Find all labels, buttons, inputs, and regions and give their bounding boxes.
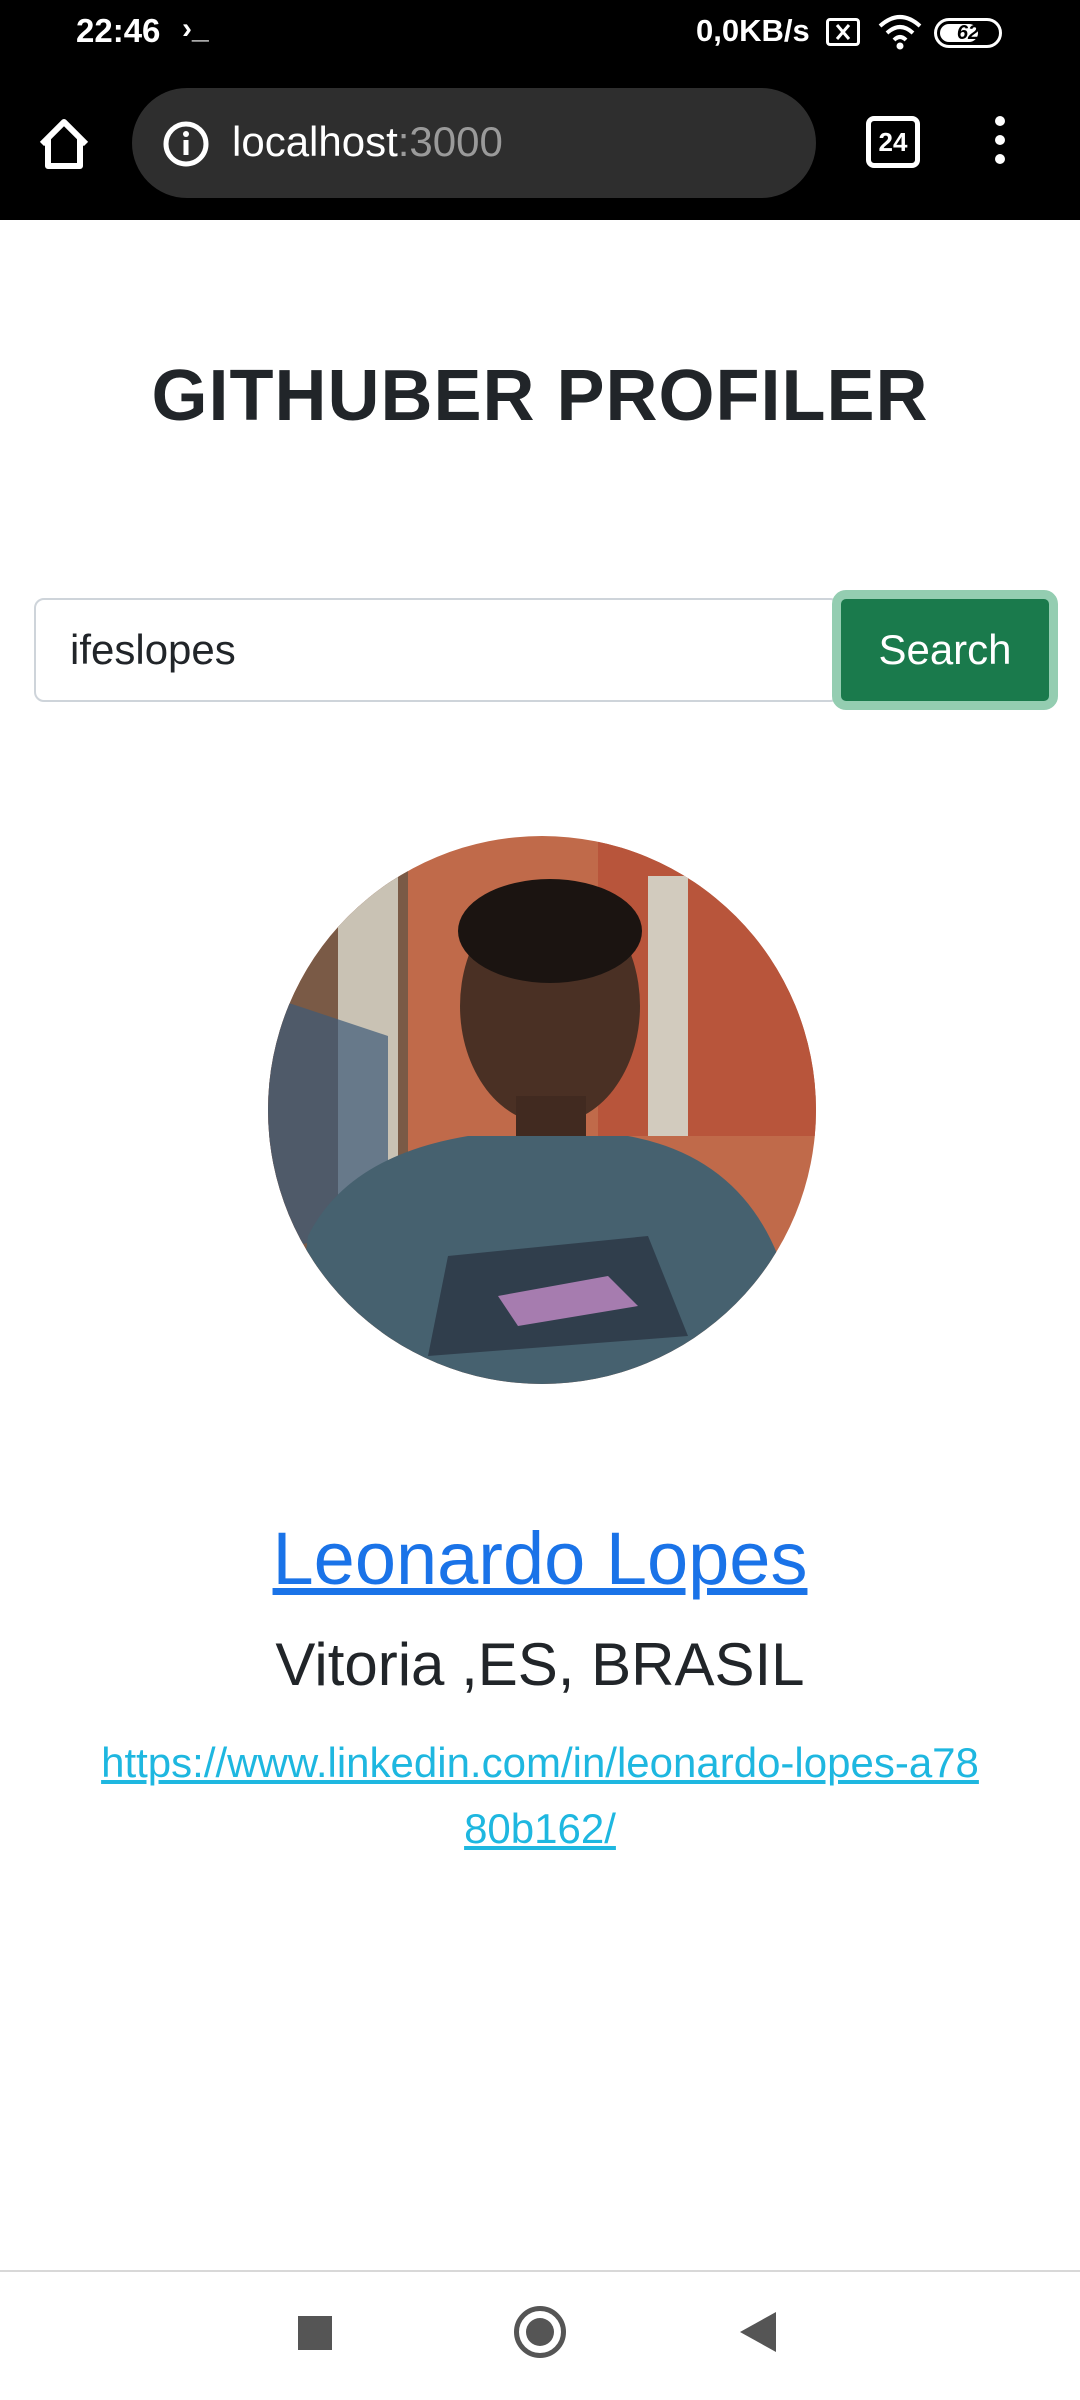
url-port: :3000	[397, 118, 503, 165]
wifi-icon	[878, 14, 922, 55]
network-speed: 0,0KB/s	[696, 13, 810, 48]
browser-toolbar: localhost:3000 24	[0, 66, 1080, 220]
system-nav-bar	[0, 2270, 1080, 2400]
battery-level: 62	[956, 22, 980, 44]
search-button[interactable]: Search	[832, 590, 1058, 710]
home-icon[interactable]	[36, 116, 92, 172]
home-circle-icon[interactable]	[514, 2306, 566, 2358]
profile-location: Vitoria ,ES, BRASIL	[275, 1631, 805, 1698]
page-title: GITHUBER PROFILER	[151, 356, 929, 436]
page-content: GITHUBER PROFILER Search Leonardo Lopes …	[0, 220, 1080, 2270]
back-icon[interactable]	[740, 2312, 776, 2352]
info-icon[interactable]	[162, 120, 210, 168]
status-bar: 22:46 ›_ 0,0KB/s 62	[0, 0, 1080, 66]
tab-count: 24	[878, 127, 908, 157]
url-text: localhost:3000	[232, 118, 503, 166]
avatar	[268, 836, 816, 1384]
sim-off-icon	[826, 18, 860, 46]
url-host: localhost	[232, 118, 398, 165]
terminal-icon: ›_	[182, 12, 209, 45]
tabs-icon[interactable]: 24	[866, 116, 920, 168]
more-vert-icon[interactable]	[992, 116, 1008, 168]
status-time: 22:46	[76, 12, 161, 49]
recents-icon[interactable]	[298, 2316, 332, 2350]
search-input[interactable]	[34, 598, 840, 702]
address-bar[interactable]: localhost:3000	[132, 88, 816, 198]
battery-icon: 62	[934, 18, 1002, 48]
profile-name-link[interactable]: Leonardo Lopes	[0, 1516, 1080, 1601]
linkedin-link[interactable]: https://www.linkedin.com/in/leonardo-lop…	[90, 1730, 990, 1862]
